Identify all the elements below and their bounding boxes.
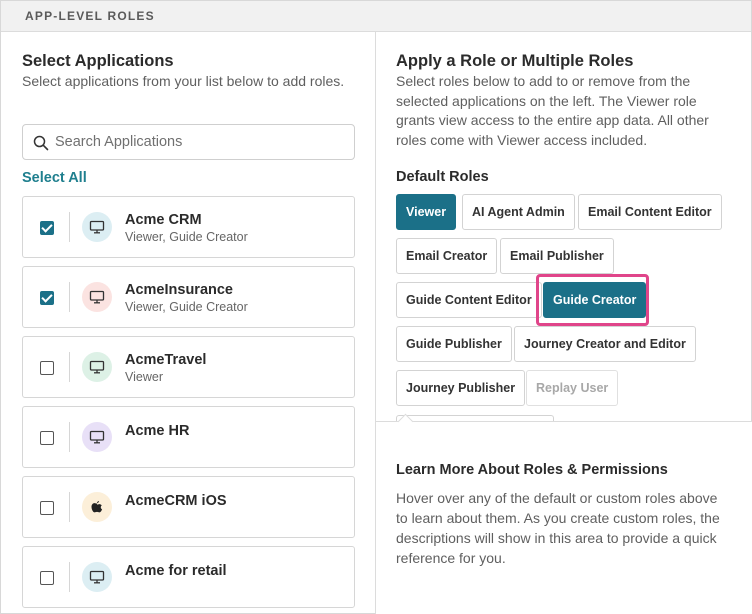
role-email-content-editor-button[interactable]: Email Content Editor <box>578 194 722 230</box>
monitor-icon <box>89 220 105 234</box>
application-list: Acme CRM Viewer, Guide Creator AcmeInsur… <box>22 196 355 614</box>
monitor-icon <box>89 430 105 444</box>
app-card-acmeinsurance[interactable]: AcmeInsurance Viewer, Guide Creator <box>22 266 355 328</box>
role-email-creator-button[interactable]: Email Creator <box>396 238 498 274</box>
monitor-icon <box>89 360 105 374</box>
role-guide-content-editor-button[interactable]: Guide Content Editor <box>396 282 542 318</box>
app-checkbox[interactable] <box>40 431 54 445</box>
role-guide-creator-button[interactable]: Guide Creator <box>543 282 647 318</box>
role-journey-creator-and-editor-button[interactable]: Journey Creator and Editor <box>514 326 696 362</box>
app-avatar <box>82 562 112 592</box>
section-header: APP-LEVEL ROLES <box>1 1 751 32</box>
divider <box>69 212 70 242</box>
select-applications-column: Select Applications Select applications … <box>1 32 375 614</box>
divider <box>69 422 70 452</box>
learn-more-description: Hover over any of the default or custom … <box>396 490 720 566</box>
app-avatar <box>82 212 112 242</box>
monitor-icon <box>89 290 105 304</box>
app-card-acme-for-retail[interactable]: Acme for retail <box>22 546 355 608</box>
apply-roles-column: Apply a Role or Multiple Roles Select ro… <box>376 32 752 614</box>
search-icon <box>33 135 49 151</box>
app-avatar <box>82 352 112 382</box>
app-checkbox[interactable] <box>40 291 54 305</box>
divider <box>69 492 70 522</box>
app-checkbox[interactable] <box>40 501 54 515</box>
default-roles-label: Default Roles <box>396 169 489 185</box>
apply-roles-description: Select roles below to add to or remove f… <box>396 73 709 148</box>
select-applications-title: Select Applications <box>22 52 174 70</box>
app-level-roles-panel: APP-LEVEL ROLES Select Applications Sele… <box>0 0 752 614</box>
learn-more-title: Learn More About Roles & Permissions <box>396 462 668 478</box>
app-avatar <box>82 282 112 312</box>
app-name: Acme CRM <box>125 212 202 228</box>
app-name: Acme HR <box>125 423 190 439</box>
select-all-link[interactable]: Select All <box>22 170 87 186</box>
role-journey-publisher-button[interactable]: Journey Publisher <box>396 370 526 406</box>
search-applications-input[interactable] <box>55 126 345 158</box>
monitor-icon <box>89 570 105 584</box>
app-avatar <box>82 422 112 452</box>
role-viewer-button[interactable]: Viewer <box>396 194 457 230</box>
search-box <box>22 124 355 160</box>
app-card-acmetravel[interactable]: AcmeTravel Viewer <box>22 336 355 398</box>
role-replay-user-button[interactable]: Replay User <box>526 370 619 406</box>
app-checkbox[interactable] <box>40 361 54 375</box>
app-checkbox[interactable] <box>40 221 54 235</box>
app-avatar <box>82 492 112 522</box>
divider <box>69 282 70 312</box>
app-name: AcmeCRM iOS <box>125 493 227 509</box>
app-name: AcmeInsurance <box>125 282 233 298</box>
learn-more-panel: Learn More About Roles & Permissions Hov… <box>376 413 752 614</box>
divider <box>69 562 70 592</box>
select-applications-description: Select applications from your list below… <box>22 73 345 89</box>
apple-icon <box>91 501 103 513</box>
app-name: Acme for retail <box>125 563 227 579</box>
app-card-acme-hr[interactable]: Acme HR <box>22 406 355 468</box>
section-header-title: APP-LEVEL ROLES <box>25 9 155 23</box>
app-roles: Viewer, Guide Creator <box>125 230 248 244</box>
app-roles: Viewer, Guide Creator <box>125 300 248 314</box>
divider <box>69 352 70 382</box>
apply-roles-title: Apply a Role or Multiple Roles <box>396 52 634 70</box>
app-card-acme-crm[interactable]: Acme CRM Viewer, Guide Creator <box>22 196 355 258</box>
app-roles: Viewer <box>125 370 163 384</box>
app-card-acmecrm-ios[interactable]: AcmeCRM iOS <box>22 476 355 538</box>
role-email-publisher-button[interactable]: Email Publisher <box>500 238 614 274</box>
app-name: AcmeTravel <box>125 352 207 368</box>
app-checkbox[interactable] <box>40 571 54 585</box>
role-ai-agent-admin-button[interactable]: AI Agent Admin <box>462 194 575 230</box>
role-guide-publisher-button[interactable]: Guide Publisher <box>396 326 512 362</box>
